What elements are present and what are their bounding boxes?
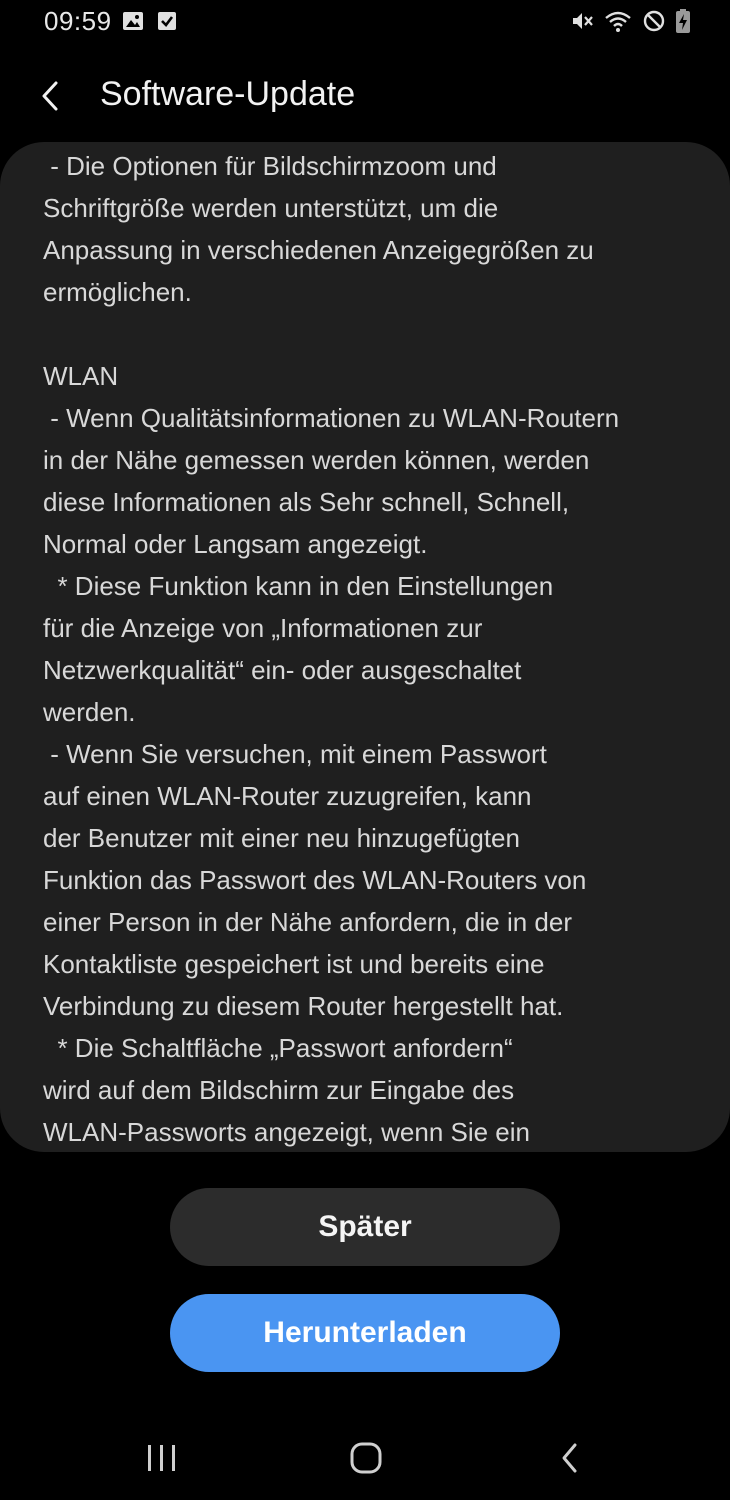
status-system-icons xyxy=(570,9,690,33)
page-title: Software-Update xyxy=(100,75,356,113)
status-time: 09:59 xyxy=(44,6,112,36)
image-icon xyxy=(122,10,144,32)
wifi-icon xyxy=(604,9,632,33)
nav-back-button[interactable] xyxy=(540,1436,600,1480)
status-bar: 09:59 xyxy=(0,0,730,44)
download-button[interactable]: Herunterladen xyxy=(170,1294,560,1372)
recents-button[interactable] xyxy=(132,1436,192,1480)
do-not-disturb-icon xyxy=(642,9,666,33)
home-icon xyxy=(350,1442,382,1474)
navigation-bar xyxy=(0,1420,730,1500)
chevron-left-icon xyxy=(42,81,58,111)
battery-charging-icon xyxy=(676,9,690,33)
release-notes-text: - Die Optionen für Bildschirmzoom und Sc… xyxy=(43,151,620,1147)
back-button[interactable] xyxy=(28,74,72,118)
app-bar: Software-Update xyxy=(0,60,730,130)
recents-icon xyxy=(148,1445,175,1471)
release-notes-card[interactable]: - Die Optionen für Bildschirmzoom und Sc… xyxy=(0,142,730,1152)
back-icon xyxy=(562,1443,577,1473)
checkbox-icon xyxy=(156,10,178,32)
home-button[interactable] xyxy=(336,1436,396,1480)
mute-icon xyxy=(570,9,594,33)
later-button[interactable]: Später xyxy=(170,1188,560,1266)
status-notification-icons xyxy=(122,10,178,32)
